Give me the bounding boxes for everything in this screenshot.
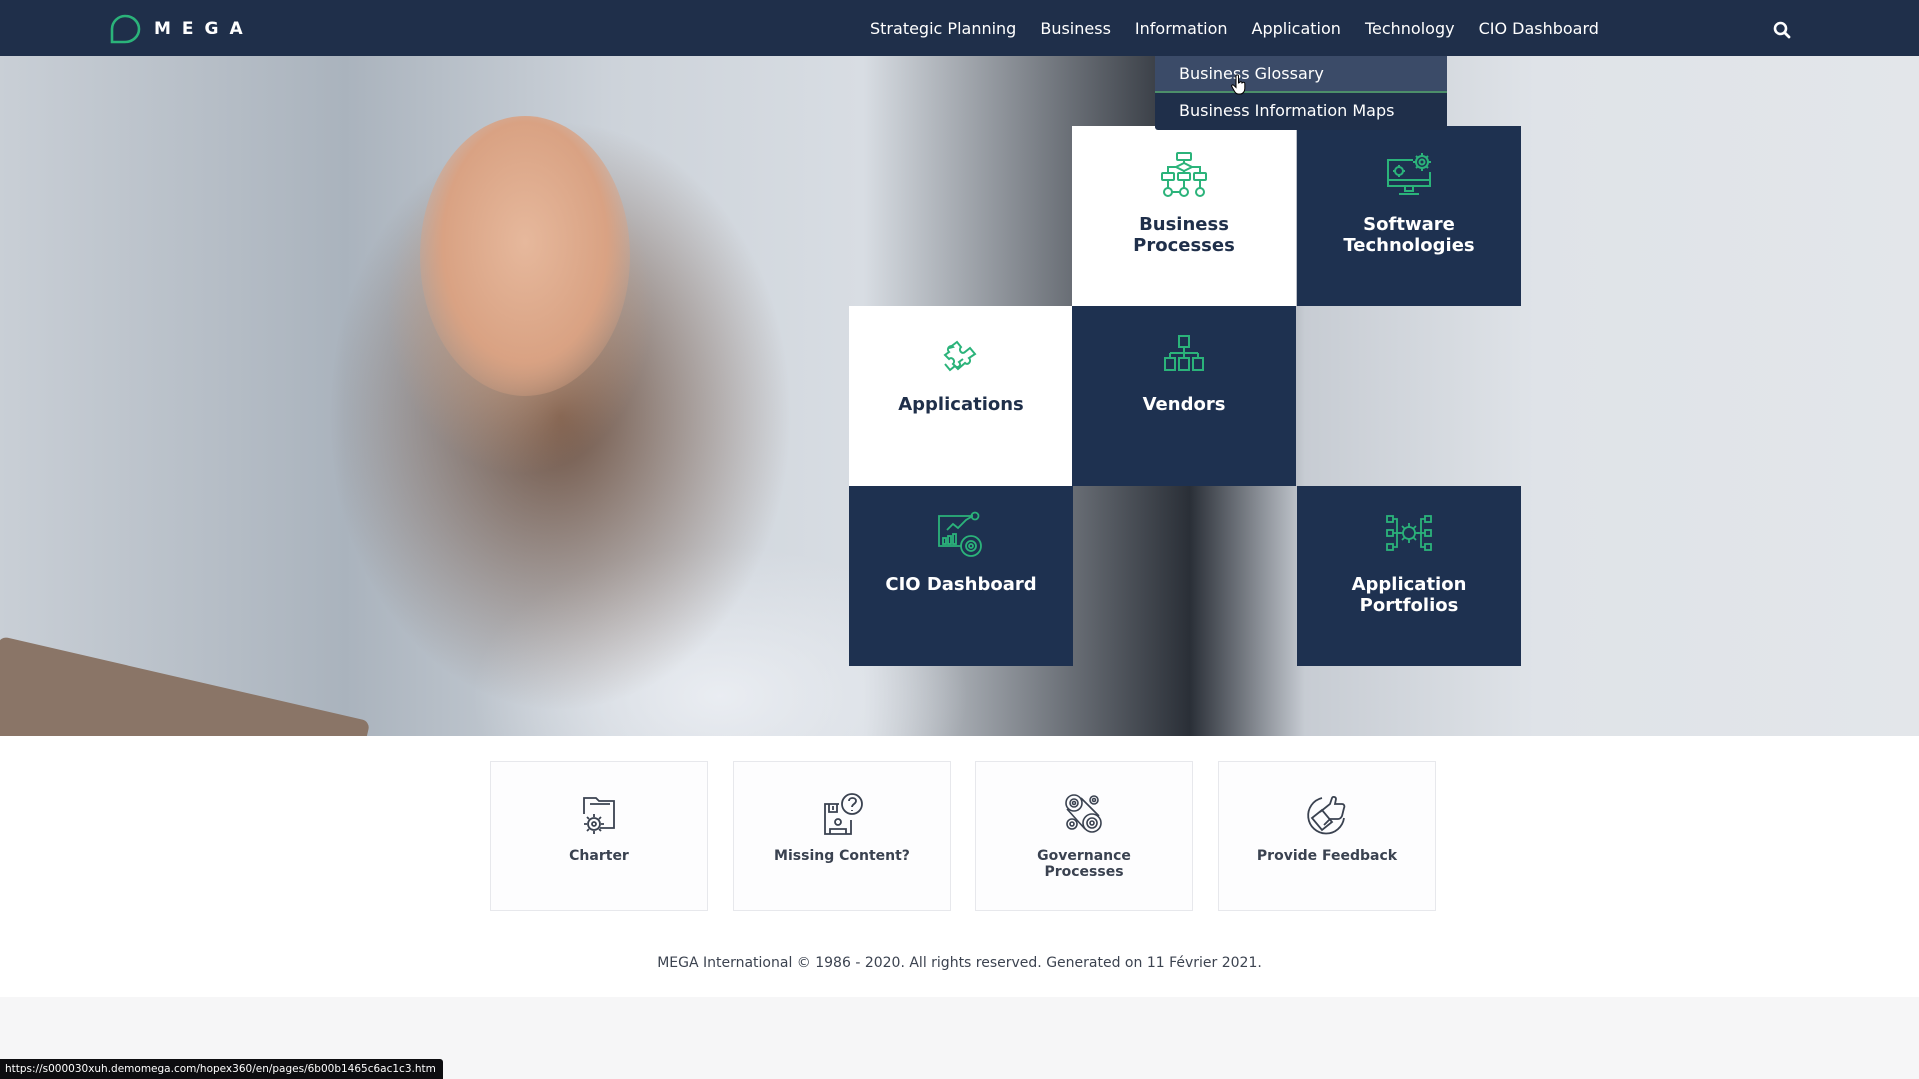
logo-text: MEGA (154, 19, 254, 39)
tile-label: Application Portfolios (1351, 574, 1467, 616)
disk-question-icon (824, 793, 863, 835)
puzzle-icon (943, 340, 977, 372)
tile-business-processes[interactable]: Business Processes (1072, 126, 1296, 306)
information-dropdown-menu: Business Glossary Business Information M… (1155, 56, 1447, 130)
menu-item-business-information-maps[interactable]: Business Information Maps (1155, 93, 1447, 130)
mega-logo-icon (110, 14, 141, 44)
nav-cio-dashboard[interactable]: CIO Dashboard (1479, 18, 1599, 40)
nav-application[interactable]: Application (1252, 18, 1341, 40)
org-chart-icon (1164, 335, 1204, 371)
thumbs-up-icon (1307, 796, 1346, 835)
tile-application-portfolios[interactable]: Application Portfolios (1297, 486, 1521, 666)
card-label: Missing Content? (774, 848, 910, 864)
tile-vendors[interactable]: Vendors (1072, 306, 1296, 486)
folder-gear-icon (583, 797, 615, 834)
menu-item-business-glossary[interactable]: Business Glossary (1155, 56, 1447, 93)
gear-network-icon (1386, 515, 1432, 551)
hero-person (420, 116, 630, 396)
nav-information[interactable]: Information (1135, 18, 1228, 40)
main-nav: Strategic Planning Business Information … (870, 18, 1599, 40)
card-missing-content[interactable]: Missing Content? (733, 761, 951, 911)
tile-label: Business Processes (1133, 214, 1235, 256)
card-governance-processes[interactable]: Governance Processes (975, 761, 1193, 911)
tile-label: Applications (898, 394, 1024, 415)
tile-cio-dashboard[interactable]: CIO Dashboard (849, 486, 1073, 666)
mega-logo[interactable]: MEGA (108, 14, 254, 44)
hero-tablet (0, 636, 371, 736)
tile-software-technologies[interactable]: Software Technologies (1297, 126, 1521, 306)
card-label: Governance Processes (1037, 848, 1131, 880)
gears-icon (1065, 794, 1102, 833)
tile-applications[interactable]: Applications (849, 306, 1073, 486)
tile-label: Software Technologies (1343, 214, 1475, 256)
hand-cursor-icon (1231, 74, 1246, 95)
browser-status-url: https://s000030xuh.demomega.com/hopex360… (0, 1059, 443, 1079)
top-navbar: MEGA Strategic Planning Business Informa… (0, 0, 1919, 56)
card-provide-feedback[interactable]: Provide Feedback (1218, 761, 1436, 911)
copyright-text: MEGA International © 1986 - 2020. All ri… (657, 955, 1262, 971)
flowchart-icon (1161, 152, 1207, 197)
search-icon[interactable] (1772, 20, 1792, 40)
dashboard-chart-icon (938, 511, 982, 557)
tile-label: Vendors (1142, 394, 1226, 415)
monitor-gears-icon (1387, 153, 1431, 195)
card-label: Provide Feedback (1256, 848, 1398, 864)
card-charter[interactable]: Charter (490, 761, 708, 911)
tile-label: CIO Dashboard (885, 574, 1037, 595)
nav-business[interactable]: Business (1040, 18, 1111, 40)
nav-strategic-planning[interactable]: Strategic Planning (870, 18, 1016, 40)
card-label: Charter (569, 848, 629, 864)
nav-technology[interactable]: Technology (1365, 18, 1455, 40)
